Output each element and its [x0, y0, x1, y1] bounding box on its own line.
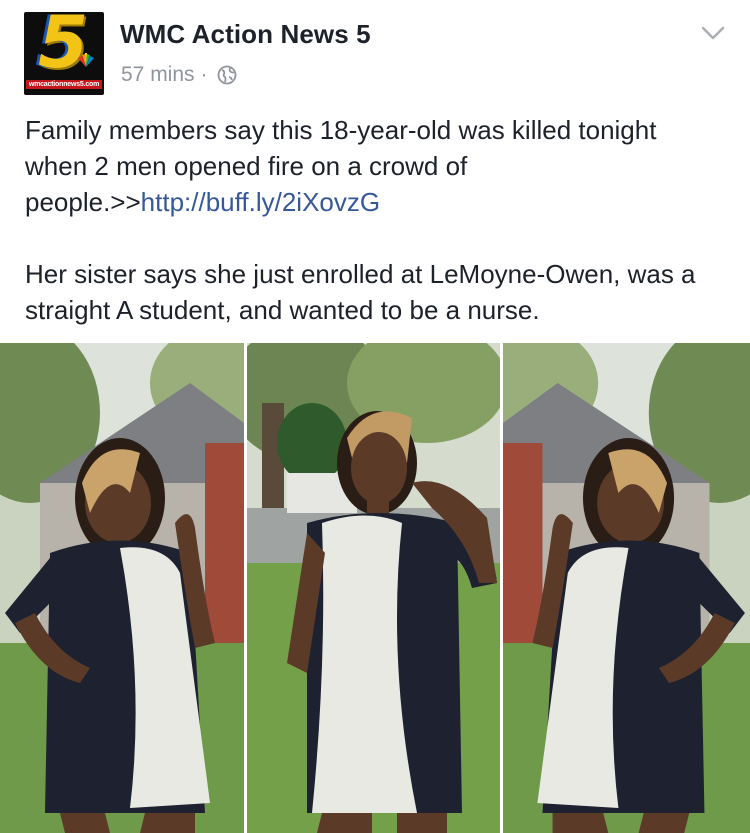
photo-panel-center [247, 343, 500, 833]
photo-left-image [0, 343, 244, 833]
photo-panel-left [0, 343, 244, 833]
peacock-logo-icon [78, 53, 94, 67]
post-header: 5 wmcactionnews5.com WMC Action News 5 5… [0, 0, 750, 104]
photo-center-image [247, 343, 500, 833]
photo-panel-right [503, 343, 750, 833]
page-name-link[interactable]: WMC Action News 5 [120, 19, 371, 50]
post-photo-collage[interactable] [0, 343, 750, 833]
article-link[interactable]: http://buff.ly/2iXovzG [141, 187, 380, 217]
page-avatar[interactable]: 5 wmcactionnews5.com [24, 12, 104, 95]
message-paragraph-1: Family members say this 18-year-old was … [25, 112, 725, 220]
meta-separator: · [200, 63, 208, 86]
post-meta: 57 mins · [121, 62, 237, 88]
photo-right-image [503, 343, 750, 833]
chevron-down-icon[interactable] [700, 24, 726, 42]
facebook-post: 5 wmcactionnews5.com WMC Action News 5 5… [0, 0, 750, 833]
avatar-site-text: wmcactionnews5.com [26, 80, 102, 89]
post-message: Family members say this 18-year-old was … [25, 112, 725, 328]
avatar-logo-number: 5 [38, 12, 89, 84]
globe-icon[interactable] [217, 65, 237, 85]
message-paragraph-2: Her sister says she just enrolled at LeM… [25, 259, 696, 325]
post-timestamp[interactable]: 57 mins [121, 63, 195, 87]
